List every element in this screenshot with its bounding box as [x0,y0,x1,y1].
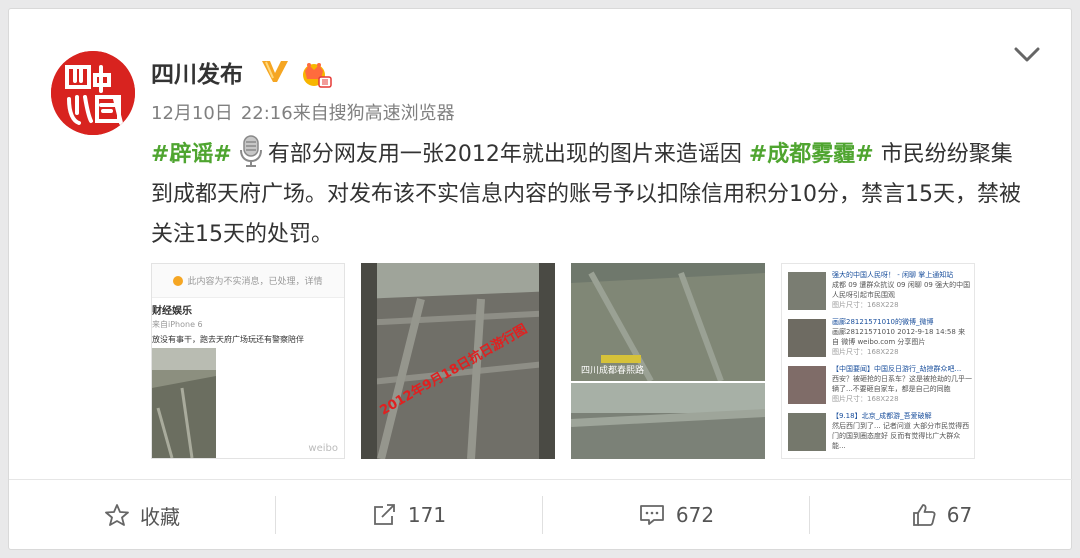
topic-tag-smog[interactable]: #成都雾霾# [749,142,874,167]
topic-tag-rumor[interactable]: #辟谣# [151,142,232,167]
chevron-down-icon[interactable] [1013,45,1041,65]
verified-v-icon [262,61,288,82]
image-post-text: 放没有事干，跑去天府广场玩还有警察陪伴 [152,335,304,344]
like-icon [912,504,936,526]
post-meta: 12月10日 22:16来自搜狗高速浏览器 [151,99,463,125]
image-caption: 四川成都春熙路 [581,366,645,376]
like-button[interactable]: 67 [810,480,1073,550]
result-desc: 西安？被砸抢的日系车？这是被抢劫的几乎一辆了...不要砸自家车，都是自己的同胞 [832,375,972,393]
forward-count: 171 [407,503,447,527]
like-count: 67 [946,503,973,527]
favorite-label: 收藏 [140,504,180,529]
search-result-item: 画廊28121571010的微博_微博 画廊28121571010 2012-9… [788,317,972,364]
star-icon [105,504,129,526]
crowd-photo-thumb [152,348,216,458]
result-title: 【中国要闻】中国反日游行_劫掠群众吧... [832,365,962,373]
post-time[interactable]: 22:16 [241,103,293,124]
warning-icon [173,275,184,286]
watermark: weibo [308,443,338,454]
comment-button[interactable]: 672 [543,480,809,550]
search-result-item: 【9.18】北京_成都游_吾爱破解 然后西门到了... 记者问道 大部分市民觉得… [788,411,972,458]
avatar[interactable] [51,51,135,135]
result-desc: 然后西门到了... 记者问道 大部分市民觉得西门的国到圈态度好 反而有觉得比广大… [832,422,970,450]
post-image-4[interactable]: 强大的中国人民呀！ - 闲聊 掌上通知站 成都 09 遭群众抗议 09 闲聊 0… [781,263,975,459]
post-text-part1: 有部分网友用一张2012年就出现的图片来造谣因 [267,142,742,167]
comment-icon [640,505,664,525]
image-user-name: 财经娱乐 [152,306,192,317]
favorite-button[interactable]: 收藏 [9,480,275,550]
vip-crown-icon[interactable] [299,59,333,89]
post-text: #辟谣# 有部分网友用一张2012年就出现的图片来造谣因 #成都雾霾# 市民纷纷… [151,135,1031,255]
comment-count: 672 [675,503,715,527]
result-title: 强大的中国人民呀！ - 闲聊 掌上通知站 [832,271,954,279]
author-name[interactable]: 四川发布 [151,55,243,89]
search-result-item: 强大的中国人民呀！ - 闲聊 掌上通知站 成都 09 遭群众抗议 09 闲聊 0… [788,270,972,317]
result-desc: 画廊28121571010 2012-9-18 14:58 来自 微博 weib… [832,328,966,346]
result-size: 图片尺寸：168X228 [832,348,899,356]
result-size: 图片尺寸：168X228 [832,395,899,403]
result-size: 图片尺寸：168X228 [832,301,899,309]
search-result-item: 【中国要闻】中国反日游行_劫掠群众吧... 西安？被砸抢的日系车？这是被抢劫的几… [788,364,972,411]
result-title: 画廊28121571010的微博_微博 [832,318,934,326]
result-thumb [788,366,826,404]
image-via: 来自iPhone 6 [152,320,203,329]
result-thumb [788,272,826,310]
action-bar: 收藏 171 672 67 [9,479,1073,549]
post-date[interactable]: 12月10日 [151,103,233,124]
post-source: 来自搜狗高速浏览器 [292,103,455,124]
microphone-icon [239,135,262,167]
result-thumb [788,319,826,357]
forward-button[interactable]: 171 [276,480,542,550]
post-image-3[interactable]: 四川成都春熙路 [571,263,765,459]
result-title: 【9.18】北京_成都游_吾爱破解 [832,412,932,420]
square-crowd-photo [571,263,765,459]
post-image-2[interactable]: 2012年9月18日抗日游行图 [361,263,555,459]
avatar-seal-image [51,51,135,135]
image-notice-bar: 此内容为不实消息，已处理，详情 [152,264,344,298]
post-image-1[interactable]: 此内容为不实消息，已处理，详情 财经娱乐 来自iPhone 6 放没有事干，跑去… [151,263,345,459]
weibo-post-card: 四川发布 12月10日 22:16来自搜狗高速浏览器 #辟谣# 有部分网友用一张2… [8,8,1073,550]
result-desc: 成都 09 遭群众抗议 09 闲聊 09 强大的中国人民呀引起市民围观 [832,281,971,299]
forward-icon [374,504,395,525]
image-notice-text: 此内容为不实消息，已处理，详情 [187,277,323,287]
result-thumb [788,413,826,451]
